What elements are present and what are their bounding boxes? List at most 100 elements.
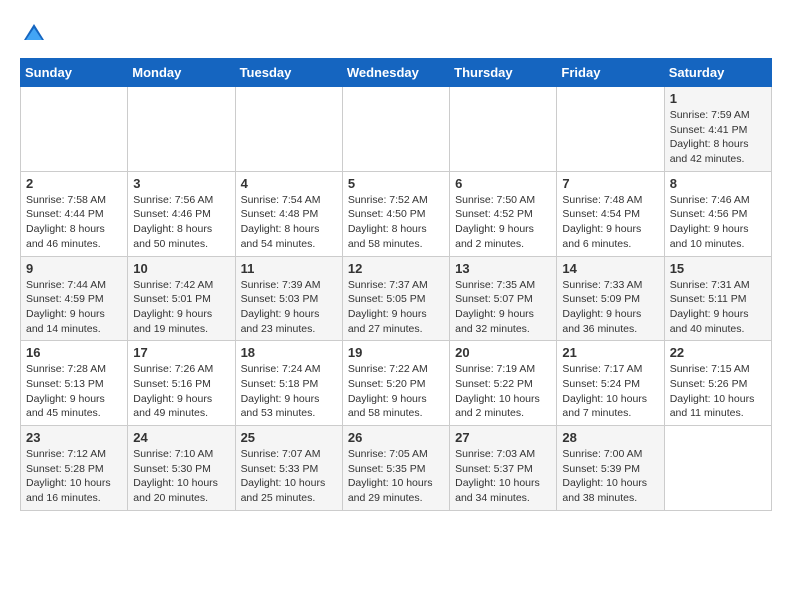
day-info: Sunrise: 7:46 AM Sunset: 4:56 PM Dayligh… [670, 193, 766, 252]
calendar-cell: 9 Sunrise: 7:44 AM Sunset: 4:59 PM Daylig… [21, 256, 128, 341]
day-number: 15 [670, 261, 766, 276]
day-number: 21 [562, 345, 658, 360]
calendar-cell: 1 Sunrise: 7:59 AM Sunset: 4:41 PM Daylig… [664, 87, 771, 172]
calendar-cell [342, 87, 449, 172]
day-info: Sunrise: 7:50 AM Sunset: 4:52 PM Dayligh… [455, 193, 551, 252]
calendar-week-row: 16Sunrise: 7:28 AM Sunset: 5:13 PM Dayli… [21, 341, 772, 426]
day-number: 25 [241, 430, 337, 445]
day-info: Sunrise: 7:58 AM Sunset: 4:44 PM Dayligh… [26, 193, 122, 252]
day-info: Sunrise: 7:59 AM Sunset: 4:41 PM Dayligh… [670, 108, 766, 167]
day-number: 19 [348, 345, 444, 360]
calendar-cell [664, 426, 771, 511]
calendar-cell: 10 Sunrise: 7:42 AM Sunset: 5:01 PM Dayli… [128, 256, 235, 341]
calendar-week-row: 2 Sunrise: 7:58 AM Sunset: 4:44 PM Daylig… [21, 171, 772, 256]
calendar-cell: 6 Sunrise: 7:50 AM Sunset: 4:52 PM Daylig… [450, 171, 557, 256]
day-number: 5 [348, 176, 444, 191]
day-info: Sunrise: 7:24 AM Sunset: 5:18 PM Dayligh… [241, 362, 337, 421]
day-info: Sunrise: 7:26 AM Sunset: 5:16 PM Dayligh… [133, 362, 229, 421]
day-number: 12 [348, 261, 444, 276]
day-info: Sunrise: 7:15 AM Sunset: 5:26 PM Dayligh… [670, 362, 766, 421]
day-number: 24 [133, 430, 229, 445]
day-number: 6 [455, 176, 551, 191]
day-number: 14 [562, 261, 658, 276]
calendar-cell: 22 Sunrise: 7:15 AM Sunset: 5:26 PM Dayli… [664, 341, 771, 426]
calendar-header-row: SundayMondayTuesdayWednesdayThursdayFrid… [21, 59, 772, 87]
day-number: 18 [241, 345, 337, 360]
calendar-cell: 20Sunrise: 7:19 AM Sunset: 5:22 PM Dayli… [450, 341, 557, 426]
calendar-cell: 25 Sunrise: 7:07 AM Sunset: 5:33 PM Dayli… [235, 426, 342, 511]
weekday-header: Sunday [21, 59, 128, 87]
day-info: Sunrise: 7:35 AM Sunset: 5:07 PM Dayligh… [455, 278, 551, 337]
day-info: Sunrise: 7:44 AM Sunset: 4:59 PM Dayligh… [26, 278, 122, 337]
calendar-cell: 27 Sunrise: 7:03 AM Sunset: 5:37 PM Dayli… [450, 426, 557, 511]
logo-icon [20, 20, 48, 48]
day-info: Sunrise: 7:12 AM Sunset: 5:28 PM Dayligh… [26, 447, 122, 506]
calendar-cell [450, 87, 557, 172]
day-info: Sunrise: 7:00 AM Sunset: 5:39 PM Dayligh… [562, 447, 658, 506]
calendar-cell: 24 Sunrise: 7:10 AM Sunset: 5:30 PM Dayli… [128, 426, 235, 511]
day-number: 7 [562, 176, 658, 191]
calendar-cell: 14 Sunrise: 7:33 AM Sunset: 5:09 PM Dayli… [557, 256, 664, 341]
day-info: Sunrise: 7:56 AM Sunset: 4:46 PM Dayligh… [133, 193, 229, 252]
calendar-week-row: 9 Sunrise: 7:44 AM Sunset: 4:59 PM Daylig… [21, 256, 772, 341]
calendar-cell: 2 Sunrise: 7:58 AM Sunset: 4:44 PM Daylig… [21, 171, 128, 256]
calendar-cell: 11 Sunrise: 7:39 AM Sunset: 5:03 PM Dayli… [235, 256, 342, 341]
day-info: Sunrise: 7:54 AM Sunset: 4:48 PM Dayligh… [241, 193, 337, 252]
day-info: Sunrise: 7:37 AM Sunset: 5:05 PM Dayligh… [348, 278, 444, 337]
day-info: Sunrise: 7:31 AM Sunset: 5:11 PM Dayligh… [670, 278, 766, 337]
day-number: 2 [26, 176, 122, 191]
calendar-cell [128, 87, 235, 172]
weekday-header: Monday [128, 59, 235, 87]
weekday-header: Tuesday [235, 59, 342, 87]
calendar-cell: 5 Sunrise: 7:52 AM Sunset: 4:50 PM Daylig… [342, 171, 449, 256]
weekday-header: Friday [557, 59, 664, 87]
calendar-cell: 4 Sunrise: 7:54 AM Sunset: 4:48 PM Daylig… [235, 171, 342, 256]
calendar-cell: 16Sunrise: 7:28 AM Sunset: 5:13 PM Dayli… [21, 341, 128, 426]
calendar-cell: 13Sunrise: 7:35 AM Sunset: 5:07 PM Dayli… [450, 256, 557, 341]
day-number: 20 [455, 345, 551, 360]
day-number: 28 [562, 430, 658, 445]
day-info: Sunrise: 7:42 AM Sunset: 5:01 PM Dayligh… [133, 278, 229, 337]
page-header [20, 20, 772, 48]
day-number: 22 [670, 345, 766, 360]
day-number: 23 [26, 430, 122, 445]
day-info: Sunrise: 7:28 AM Sunset: 5:13 PM Dayligh… [26, 362, 122, 421]
day-info: Sunrise: 7:10 AM Sunset: 5:30 PM Dayligh… [133, 447, 229, 506]
day-info: Sunrise: 7:39 AM Sunset: 5:03 PM Dayligh… [241, 278, 337, 337]
day-number: 4 [241, 176, 337, 191]
weekday-header: Saturday [664, 59, 771, 87]
calendar-cell: 21 Sunrise: 7:17 AM Sunset: 5:24 PM Dayli… [557, 341, 664, 426]
calendar-cell: 12 Sunrise: 7:37 AM Sunset: 5:05 PM Dayli… [342, 256, 449, 341]
calendar-cell [21, 87, 128, 172]
day-number: 17 [133, 345, 229, 360]
day-info: Sunrise: 7:07 AM Sunset: 5:33 PM Dayligh… [241, 447, 337, 506]
calendar-cell: 18 Sunrise: 7:24 AM Sunset: 5:18 PM Dayli… [235, 341, 342, 426]
day-number: 10 [133, 261, 229, 276]
day-number: 3 [133, 176, 229, 191]
weekday-header: Thursday [450, 59, 557, 87]
calendar-cell: 3 Sunrise: 7:56 AM Sunset: 4:46 PM Daylig… [128, 171, 235, 256]
day-info: Sunrise: 7:48 AM Sunset: 4:54 PM Dayligh… [562, 193, 658, 252]
day-info: Sunrise: 7:17 AM Sunset: 5:24 PM Dayligh… [562, 362, 658, 421]
day-info: Sunrise: 7:03 AM Sunset: 5:37 PM Dayligh… [455, 447, 551, 506]
day-number: 11 [241, 261, 337, 276]
day-number: 27 [455, 430, 551, 445]
calendar-cell: 15 Sunrise: 7:31 AM Sunset: 5:11 PM Dayli… [664, 256, 771, 341]
day-number: 9 [26, 261, 122, 276]
calendar-cell: 19 Sunrise: 7:22 AM Sunset: 5:20 PM Dayli… [342, 341, 449, 426]
logo [20, 20, 52, 48]
day-number: 1 [670, 91, 766, 106]
calendar-cell: 7 Sunrise: 7:48 AM Sunset: 4:54 PM Daylig… [557, 171, 664, 256]
weekday-header: Wednesday [342, 59, 449, 87]
day-number: 8 [670, 176, 766, 191]
calendar-week-row: 23 Sunrise: 7:12 AM Sunset: 5:28 PM Dayli… [21, 426, 772, 511]
day-info: Sunrise: 7:52 AM Sunset: 4:50 PM Dayligh… [348, 193, 444, 252]
day-info: Sunrise: 7:22 AM Sunset: 5:20 PM Dayligh… [348, 362, 444, 421]
calendar-cell: 23 Sunrise: 7:12 AM Sunset: 5:28 PM Dayli… [21, 426, 128, 511]
calendar-week-row: 1 Sunrise: 7:59 AM Sunset: 4:41 PM Daylig… [21, 87, 772, 172]
calendar-cell [557, 87, 664, 172]
calendar-cell [235, 87, 342, 172]
day-number: 26 [348, 430, 444, 445]
calendar-cell: 28 Sunrise: 7:00 AM Sunset: 5:39 PM Dayli… [557, 426, 664, 511]
day-info: Sunrise: 7:33 AM Sunset: 5:09 PM Dayligh… [562, 278, 658, 337]
